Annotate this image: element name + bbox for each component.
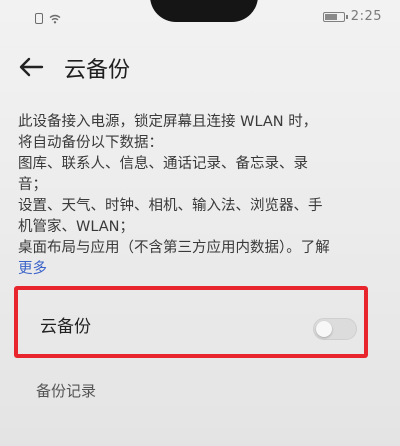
page-title: 云备份 — [64, 58, 131, 83]
camera-notch — [150, 0, 258, 22]
description-line: 此设备接入电源，锁定屏幕且连接 WLAN 时， — [18, 114, 318, 130]
backup-records-item[interactable]: 备份记录 — [36, 380, 96, 401]
description-line: 机管家、WLAN； — [18, 219, 135, 235]
cloud-backup-label: 云备份 — [40, 317, 91, 337]
battery-icon — [322, 11, 348, 22]
header: 云备份 — [0, 46, 400, 92]
description-line: 音； — [18, 177, 47, 193]
status-left — [35, 13, 61, 24]
switch-knob — [316, 321, 332, 337]
description-line: 桌面布局与应用（不含第三方应用内数据）。了解 — [18, 240, 330, 256]
status-time: 2:25 — [350, 9, 382, 24]
description-line: 设置、天气、时钟、相机、输入法、浏览器、手 — [18, 198, 323, 214]
screen: 2:25 云备份 此设备接入电源，锁定屏幕且连接 WLAN 时， 将自动备份以下… — [0, 0, 400, 446]
description-line: 图库、联系人、信息、通话记录、备忘录、录 — [18, 156, 308, 172]
status-bar: 2:25 — [0, 0, 400, 40]
learn-more-link[interactable]: 更多 — [18, 261, 47, 277]
description-line: 将自动备份以下数据： — [18, 135, 163, 151]
status-right: 2:25 — [322, 9, 382, 24]
sim-card-icon — [35, 13, 43, 24]
wifi-icon — [49, 14, 61, 23]
cloud-backup-switch[interactable] — [313, 318, 357, 340]
backup-description: 此设备接入电源，锁定屏幕且连接 WLAN 时， 将自动备份以下数据： 图库、联系… — [18, 112, 378, 280]
back-arrow-icon[interactable] — [18, 56, 44, 78]
